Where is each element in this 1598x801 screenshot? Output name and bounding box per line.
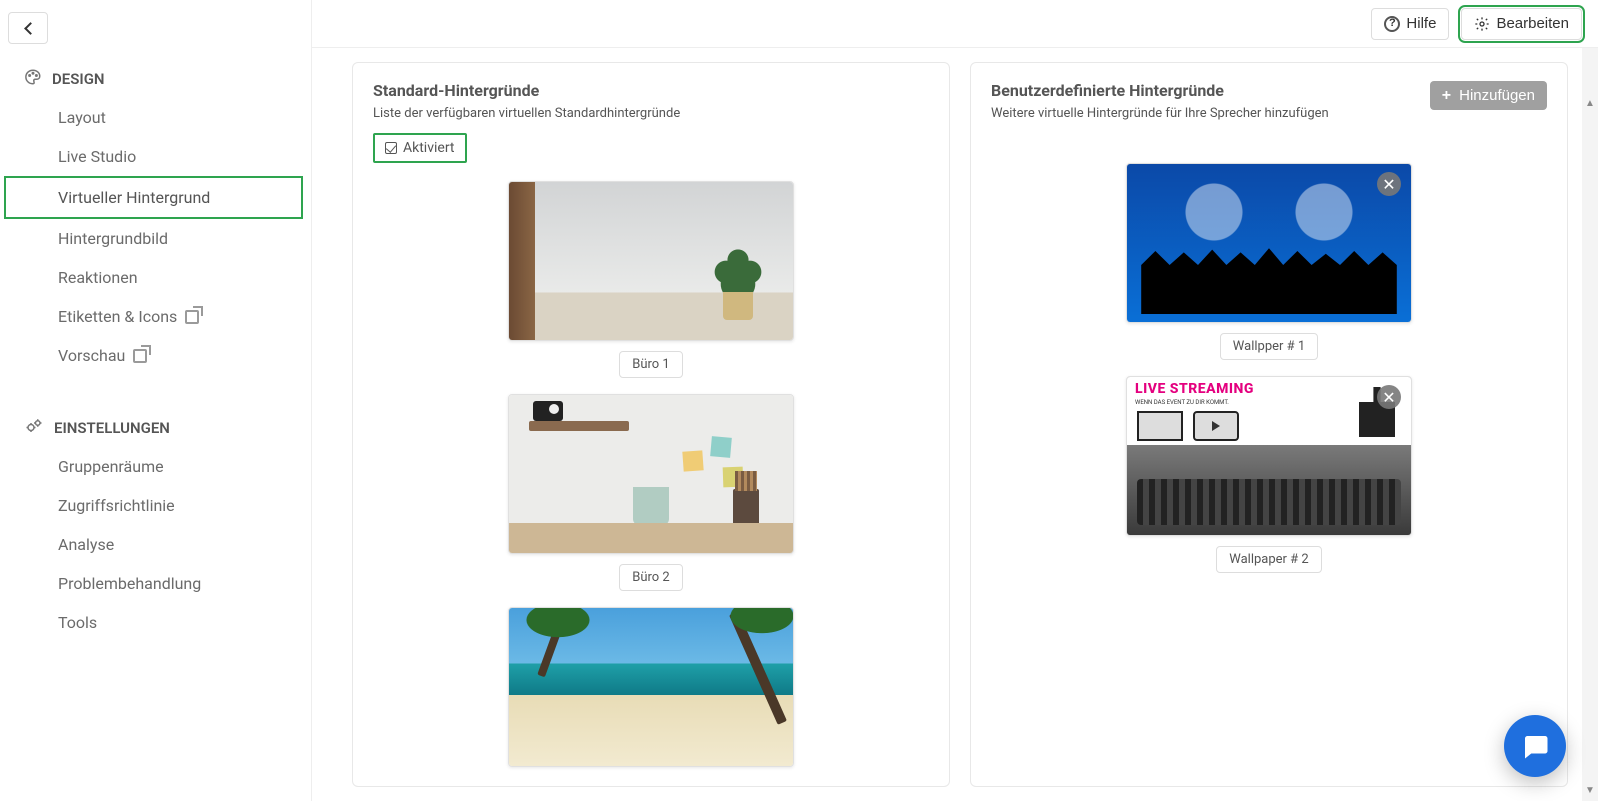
sidebar-item-layout[interactable]: Layout (0, 98, 311, 137)
bg-thumbnail: ✕ (1126, 163, 1412, 323)
nav-label: Etiketten & Icons (58, 307, 177, 326)
content: Standard-Hintergründe Liste der verfügba… (312, 48, 1598, 801)
sidebar-item-preview[interactable]: Vorschau (0, 336, 311, 375)
panel-desc: Liste der verfügbaren virtuellen Standar… (373, 106, 929, 121)
thumbnail-title: LIVE STREAMING (1135, 381, 1254, 397)
bg-label: Büro 2 (619, 564, 683, 591)
nav-label: Vorschau (58, 346, 125, 365)
palette-icon (24, 68, 42, 90)
panel-standard-backgrounds: Standard-Hintergründe Liste der verfügba… (352, 62, 950, 787)
scrollbar[interactable]: ▲ ▼ (1582, 48, 1598, 801)
checkbox-checked-icon (385, 142, 397, 154)
section-header-design: DESIGN (0, 54, 311, 98)
edit-button[interactable]: Bearbeiten (1461, 8, 1582, 40)
bg-thumbnail (508, 607, 794, 767)
section-label: DESIGN (52, 70, 105, 88)
nav-label: Hintergrundbild (58, 229, 168, 248)
remove-background-button[interactable]: ✕ (1377, 172, 1401, 196)
edit-label: Bearbeiten (1496, 15, 1569, 32)
bg-item-wallpaper-1[interactable]: ✕ Wallpper # 1 (1126, 163, 1412, 360)
sidebar-item-live-studio[interactable]: Live Studio (0, 137, 311, 176)
bg-thumbnail: LIVE STREAMING WENN DAS EVENT ZU DIR KOM… (1126, 376, 1412, 536)
sidebar-item-group-rooms[interactable]: Gruppenräume (0, 447, 311, 486)
add-label: Hinzufügen (1459, 87, 1535, 104)
bg-label: Wallpaper # 2 (1216, 546, 1321, 573)
close-icon: ✕ (1382, 388, 1395, 407)
panel-title: Benutzerdefinierte Hintergründe (991, 81, 1329, 100)
sidebar-item-labels-icons[interactable]: Etiketten & Icons (0, 297, 311, 336)
activated-label: Aktiviert (403, 140, 455, 156)
bg-item-beach[interactable] (508, 607, 794, 767)
standard-bg-list: Büro 1 Büro 2 (373, 181, 929, 767)
sidebar-item-virtual-background[interactable]: Virtueller Hintergrund (4, 176, 303, 219)
remove-background-button[interactable]: ✕ (1377, 385, 1401, 409)
panel-title: Standard-Hintergründe (373, 81, 929, 100)
sidebar-item-access-policy[interactable]: Zugriffsrichtlinie (0, 486, 311, 525)
external-link-icon (185, 310, 199, 324)
sidebar-item-tools[interactable]: Tools (0, 603, 311, 642)
nav-label: Tools (58, 613, 97, 632)
topbar: ? Hilfe Bearbeiten (312, 0, 1598, 48)
thumbnail-subtitle: WENN DAS EVENT ZU DIR KOMMT. (1135, 399, 1229, 406)
add-background-button[interactable]: + Hinzufügen (1430, 81, 1547, 110)
nav-label: Reaktionen (58, 268, 138, 287)
scroll-up-arrow-icon: ▲ (1584, 98, 1596, 110)
sidebar-item-background-image[interactable]: Hintergrundbild (0, 219, 311, 258)
plus-icon: + (1442, 88, 1451, 104)
chat-icon (1520, 731, 1550, 761)
back-button[interactable] (8, 12, 48, 44)
activated-chip[interactable]: Aktiviert (373, 133, 467, 163)
nav-label: Analyse (58, 535, 114, 554)
gears-icon (24, 417, 44, 439)
sidebar-item-analysis[interactable]: Analyse (0, 525, 311, 564)
external-link-icon (133, 349, 147, 363)
bg-label: Wallpper # 1 (1220, 333, 1318, 360)
nav-label: Live Studio (58, 147, 136, 166)
help-button[interactable]: ? Hilfe (1371, 8, 1449, 40)
panel-desc: Weitere virtuelle Hintergründe für Ihre … (991, 106, 1329, 121)
nav-label: Virtueller Hintergrund (58, 188, 210, 207)
sidebar: DESIGN Layout Live Studio Virtueller Hin… (0, 0, 311, 801)
help-icon: ? (1384, 16, 1400, 32)
close-icon: ✕ (1382, 175, 1395, 194)
custom-bg-list: ✕ Wallpper # 1 LIVE STREAMING WENN DAS E… (991, 163, 1547, 573)
panel-custom-backgrounds: Benutzerdefinierte Hintergründe Weitere … (970, 62, 1568, 787)
chat-fab[interactable] (1504, 715, 1566, 777)
sidebar-item-reactions[interactable]: Reaktionen (0, 258, 311, 297)
bg-label: Büro 1 (619, 351, 683, 378)
bg-thumbnail (508, 394, 794, 554)
bg-item-office-1[interactable]: Büro 1 (508, 181, 794, 378)
bg-item-wallpaper-2[interactable]: LIVE STREAMING WENN DAS EVENT ZU DIR KOM… (1126, 376, 1412, 573)
section-header-settings: EINSTELLUNGEN (0, 403, 311, 447)
chevron-left-icon (24, 22, 37, 35)
nav-label: Layout (58, 108, 106, 127)
nav-label: Zugriffsrichtlinie (58, 496, 175, 515)
section-label: EINSTELLUNGEN (54, 419, 170, 437)
nav-label: Gruppenräume (58, 457, 164, 476)
bg-item-office-2[interactable]: Büro 2 (508, 394, 794, 591)
main: ? Hilfe Bearbeiten Standard-Hintergründe… (311, 0, 1598, 801)
scroll-down-arrow-icon: ▼ (1584, 785, 1596, 797)
sidebar-item-troubleshooting[interactable]: Problembehandlung (0, 564, 311, 603)
nav-label: Problembehandlung (58, 574, 201, 593)
bg-thumbnail (508, 181, 794, 341)
gear-icon (1474, 16, 1490, 32)
help-label: Hilfe (1406, 15, 1436, 32)
